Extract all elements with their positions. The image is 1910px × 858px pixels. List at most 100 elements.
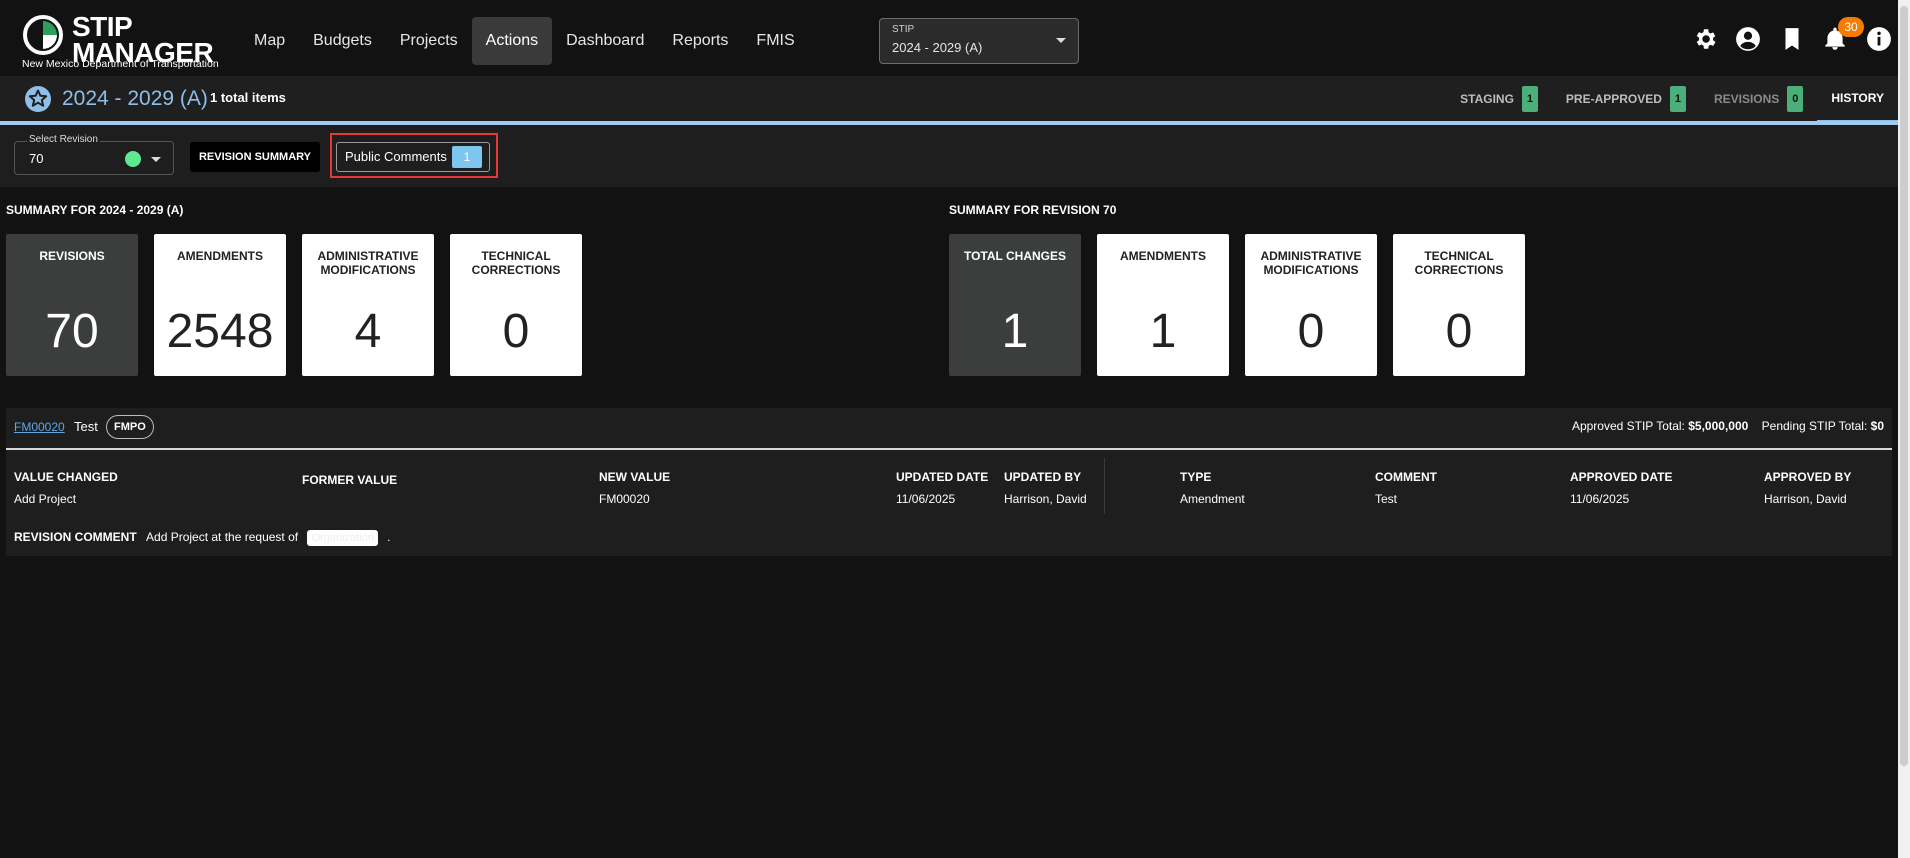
tab-revisions-count: 0 <box>1787 86 1804 112</box>
public-comments-count: 1 <box>452 146 482 168</box>
page-header: 2024 - 2029 (A) 1 total items STAGING 1 … <box>0 76 1898 122</box>
tab-pre-approved[interactable]: PRE-APPROVED 1 <box>1552 76 1700 122</box>
nav-reports[interactable]: Reports <box>658 17 742 65</box>
stip-select[interactable]: STIP 2024 - 2029 (A) <box>879 18 1079 64</box>
card-label: AMENDMENTS <box>1120 249 1206 263</box>
column-updated-by: UPDATED BY Harrison, David <box>1004 470 1087 506</box>
revision-summary-title: SUMMARY FOR REVISION 70 <box>949 203 1117 217</box>
star-icon[interactable] <box>24 85 52 113</box>
column-header: COMMENT <box>1375 470 1437 484</box>
bookmark-icon[interactable] <box>1779 26 1805 52</box>
stip-select-value: 2024 - 2029 (A) <box>892 40 983 55</box>
card-value: 70 <box>45 305 99 358</box>
scrollbar-thumb[interactable] <box>1900 6 1908 766</box>
column-former-value: FORMER VALUE <box>302 473 397 495</box>
column-updated-date: UPDATED DATE 11/06/2025 <box>896 470 988 506</box>
organization-chip: Organization <box>307 530 378 546</box>
nav-map[interactable]: Map <box>240 17 299 65</box>
project-tag-chip: FMPO <box>106 415 154 439</box>
stip-summary-title: SUMMARY FOR 2024 - 2029 (A) <box>6 203 184 217</box>
tab-history-label: HISTORY <box>1831 91 1884 105</box>
info-icon[interactable] <box>1866 26 1892 52</box>
card-label: REVISIONS <box>39 249 105 263</box>
pending-total-value: $0 <box>1870 419 1884 433</box>
revision-comment-label: REVISION COMMENT <box>14 530 137 544</box>
stip-select-label: STIP <box>892 24 915 35</box>
project-id-link[interactable]: FM00020 <box>14 420 65 434</box>
account-icon[interactable] <box>1735 26 1761 52</box>
column-value: Amendment <box>1180 492 1245 506</box>
public-comments-label: Public Comments <box>345 149 447 164</box>
revision-summary-button[interactable]: REVISION SUMMARY <box>190 142 320 172</box>
logo-mark-icon <box>23 15 63 55</box>
tab-revisions-label: REVISIONS <box>1713 92 1780 106</box>
column-divider <box>1104 458 1105 514</box>
gear-icon[interactable] <box>1692 26 1718 52</box>
total-items-count: 1 total items <box>210 90 286 105</box>
revision-comment-text: Add Project at the request of <box>146 530 299 544</box>
tab-staging-label: STAGING <box>1460 92 1514 106</box>
top-navigation-bar: STIP MANAGER New Mexico Department of Tr… <box>0 0 1910 76</box>
summary-card-total-changes: TOTAL CHANGES 1 <box>949 234 1081 376</box>
page-scrollbar[interactable] <box>1898 0 1910 858</box>
column-header: UPDATED BY <box>1004 470 1082 484</box>
app-logo[interactable]: STIP MANAGER New Mexico Department of Tr… <box>20 12 220 72</box>
tab-history[interactable]: HISTORY <box>1817 76 1898 122</box>
summary-card-amendments: AMENDMENTS 1 <box>1097 234 1229 376</box>
card-value: 1 <box>1149 305 1177 358</box>
summary-card-admin-mods: ADMINISTRATIVE MODIFICATIONS 4 <box>302 234 434 376</box>
column-header: FORMER VALUE <box>302 473 398 487</box>
card-value: 2548 <box>166 305 274 358</box>
notification-badge: 30 <box>1838 17 1864 37</box>
chevron-down-icon <box>1056 38 1066 43</box>
column-header: NEW VALUE <box>599 470 671 484</box>
card-label: TECHNICAL CORRECTIONS <box>1414 249 1504 277</box>
column-type: TYPE Amendment <box>1180 470 1245 506</box>
revision-comment-end: . <box>387 530 391 544</box>
nav-fmis[interactable]: FMIS <box>742 17 808 65</box>
summary-card-admin-mods: ADMINISTRATIVE MODIFICATIONS 0 <box>1245 234 1377 376</box>
tab-staging-count: 1 <box>1521 86 1538 112</box>
column-new-value: NEW VALUE FM00020 <box>599 470 670 506</box>
chevron-down-icon <box>151 157 161 162</box>
revision-toolbar: Select Revision 70 REVISION SUMMARY Publ… <box>0 125 1898 187</box>
approved-total-value: $5,000,000 <box>1688 419 1749 433</box>
tab-pre-approved-count: 1 <box>1669 86 1686 112</box>
summary-card-revisions: REVISIONS 70 <box>6 234 138 376</box>
nav-dashboard[interactable]: Dashboard <box>552 17 658 65</box>
column-approved-date: APPROVED DATE 11/06/2025 <box>1570 470 1672 506</box>
revision-select-label: Select Revision <box>27 134 100 145</box>
column-value: FM00020 <box>599 492 650 506</box>
panel-divider <box>6 448 1892 450</box>
nav-projects[interactable]: Projects <box>386 17 472 65</box>
public-comments-button[interactable]: Public Comments 1 <box>336 142 490 172</box>
column-value: 11/06/2025 <box>896 492 956 506</box>
card-label: AMENDMENTS <box>177 249 263 263</box>
organization-chip-label: Organization <box>311 532 374 544</box>
card-label: TECHNICAL CORRECTIONS <box>471 249 561 277</box>
project-name: Test <box>74 419 98 434</box>
column-value: Add Project <box>14 492 77 506</box>
summary-card-tech-corrections: TECHNICAL CORRECTIONS 0 <box>450 234 582 376</box>
column-value: 11/06/2025 <box>1570 492 1630 506</box>
tab-staging[interactable]: STAGING 1 <box>1446 76 1552 122</box>
card-label: TOTAL CHANGES <box>963 249 1066 263</box>
column-value: Harrison, David <box>1764 492 1847 506</box>
card-value: 0 <box>1445 305 1473 358</box>
revision-select[interactable]: Select Revision 70 <box>14 134 174 175</box>
column-value-changed: VALUE CHANGED Add Project <box>14 470 118 506</box>
nav-budgets[interactable]: Budgets <box>299 17 386 65</box>
column-value: Test <box>1375 492 1398 506</box>
column-header: APPROVED BY <box>1764 470 1852 484</box>
card-label: ADMINISTRATIVE MODIFICATIONS <box>1260 249 1362 277</box>
card-value: 0 <box>1297 305 1325 358</box>
summary-card-amendments: AMENDMENTS 2548 <box>154 234 286 376</box>
tab-revisions[interactable]: REVISIONS 0 <box>1700 76 1817 122</box>
card-value: 0 <box>502 305 530 358</box>
card-label: ADMINISTRATIVE MODIFICATIONS <box>317 249 419 277</box>
column-comment: COMMENT Test <box>1375 470 1437 506</box>
logo-subtitle: New Mexico Department of Transportation <box>22 58 219 70</box>
column-header: VALUE CHANGED <box>14 470 118 484</box>
nav-actions[interactable]: Actions <box>471 17 553 65</box>
page-title: 2024 - 2029 (A) <box>62 87 208 110</box>
